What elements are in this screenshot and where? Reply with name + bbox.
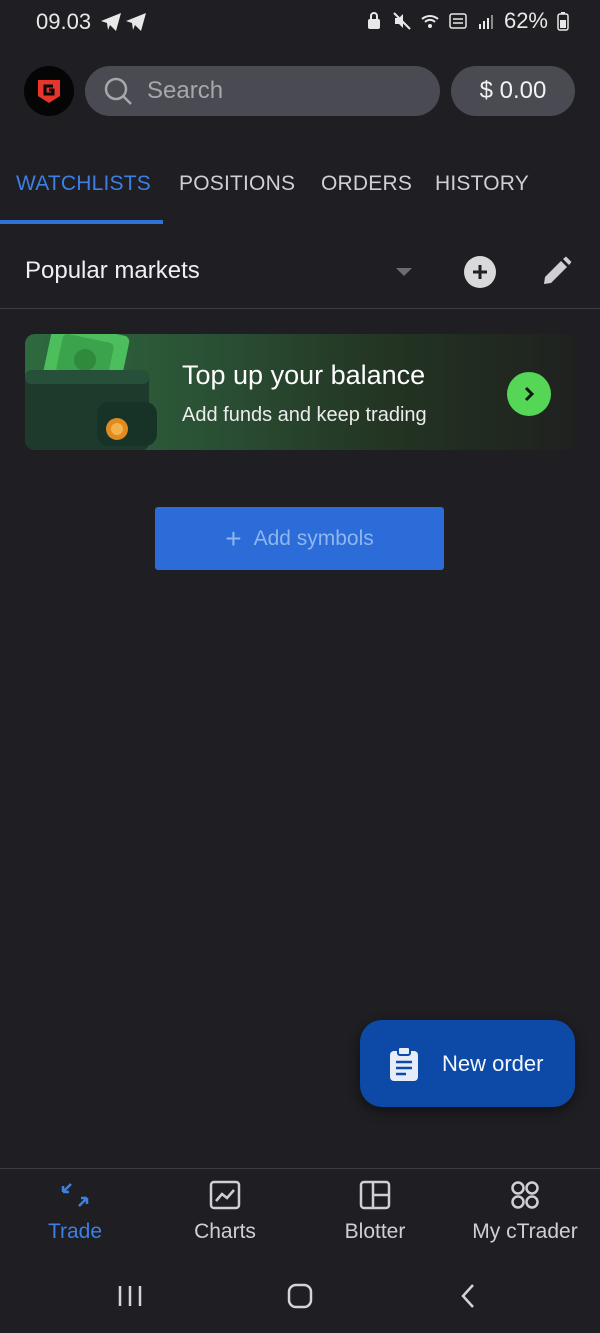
banner-subtitle: Add funds and keep trading — [182, 404, 427, 426]
edit-watchlist-button[interactable] — [540, 256, 572, 288]
logo-icon — [38, 80, 60, 103]
nav-blotter[interactable]: Blotter — [300, 1180, 450, 1260]
add-watchlist-button[interactable] — [464, 256, 496, 288]
bottom-nav-divider — [0, 1168, 600, 1169]
blotter-icon — [359, 1180, 391, 1210]
banner-title: Top up your balance — [182, 360, 426, 390]
wifi-icon — [421, 15, 439, 28]
trade-icon — [61, 1183, 89, 1207]
nav-my-ctrader[interactable]: My cTrader — [450, 1180, 600, 1260]
tab-history[interactable]: HISTORY — [435, 172, 529, 196]
recent-apps-button[interactable] — [100, 1276, 160, 1316]
status-time: 09.03 — [36, 9, 92, 34]
top-up-banner[interactable]: Top up your balance Add funds and keep t… — [25, 334, 575, 450]
volte-icon — [449, 13, 467, 29]
search-icon — [104, 77, 132, 105]
my-ctrader-icon — [511, 1181, 539, 1209]
nav-my-ctrader-label: My cTrader — [472, 1220, 578, 1243]
nav-trade[interactable]: Trade — [0, 1180, 150, 1260]
new-order-button[interactable]: New order — [360, 1020, 575, 1107]
watchlist-selector[interactable]: Popular markets — [25, 257, 200, 285]
nav-blotter-label: Blotter — [344, 1220, 406, 1243]
add-symbols-label: Add symbols — [253, 526, 374, 550]
divider — [0, 308, 600, 309]
nav-trade-label: Trade — [47, 1220, 103, 1243]
telegram-icon — [101, 13, 121, 31]
wallet-icon — [25, 334, 157, 450]
nav-charts-label: Charts — [194, 1220, 256, 1243]
search-placeholder: Search — [147, 77, 224, 104]
search-input[interactable]: Search — [85, 66, 440, 116]
tab-watchlists[interactable]: WATCHLISTS — [16, 172, 151, 196]
telegram-icon — [126, 13, 146, 31]
recent-apps-icon — [118, 1286, 142, 1306]
banner-arrow-button[interactable] — [507, 372, 551, 416]
new-order-label: New order — [442, 1050, 544, 1076]
status-indicators: 62% — [364, 8, 570, 34]
clipboard-icon — [390, 1045, 418, 1081]
chevron-right-icon — [524, 386, 535, 402]
status-bar: 09.03 62% — [0, 0, 600, 44]
back-icon — [461, 1284, 474, 1308]
plus-icon — [473, 265, 487, 279]
balance-button[interactable]: $ 0.00 — [451, 66, 575, 116]
mute-icon — [393, 12, 411, 30]
chevron-down-icon[interactable] — [396, 268, 412, 276]
nav-charts[interactable]: Charts — [150, 1180, 300, 1260]
add-symbols-button[interactable]: + Add symbols — [155, 507, 444, 570]
home-icon — [287, 1283, 313, 1309]
plus-icon: + — [225, 522, 242, 554]
active-tab-indicator — [0, 220, 163, 224]
home-button[interactable] — [270, 1276, 330, 1316]
tab-positions[interactable]: POSITIONS — [179, 172, 295, 196]
lock-icon — [367, 12, 380, 29]
battery-level: 62% — [503, 8, 548, 33]
back-button[interactable] — [438, 1276, 498, 1316]
main-tabs: WATCHLISTS POSITIONS ORDERS HISTORY — [0, 160, 600, 226]
tab-orders[interactable]: ORDERS — [321, 172, 412, 196]
pencil-icon — [544, 256, 572, 284]
signal-icon — [478, 15, 493, 29]
broker-logo[interactable] — [24, 66, 74, 116]
battery-icon — [557, 12, 569, 31]
charts-icon — [209, 1180, 241, 1210]
